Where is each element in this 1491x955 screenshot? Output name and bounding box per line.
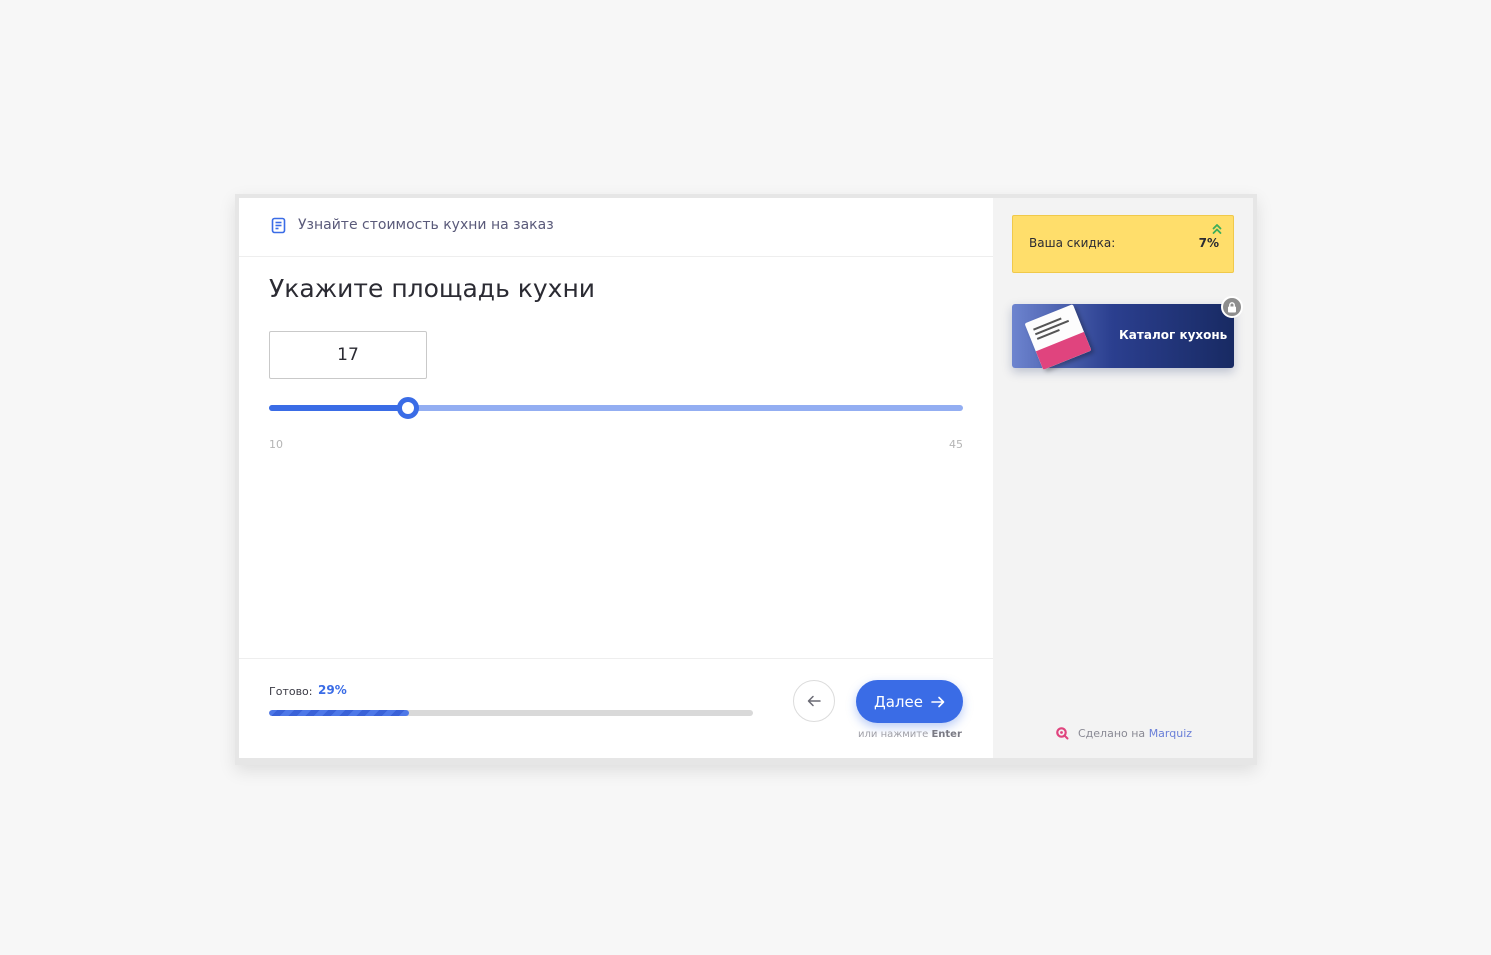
area-slider[interactable] [269,397,963,419]
catalog-bonus-card[interactable]: Каталог кухонь [1012,296,1243,370]
quiz-window: Узнайте стоимость кухни на заказ Укажите… [235,194,1257,765]
quiz-main-panel: Узнайте стоимость кухни на заказ Укажите… [239,198,993,758]
slider-thumb[interactable] [396,397,419,419]
lock-icon [1221,296,1243,318]
slider-fill [269,405,408,411]
double-chevron-up-icon [1212,224,1222,234]
quiz-sidebar: Ваша скидка: 7% Каталог кухонь Сделано н… [993,198,1253,758]
progress-fill [269,710,410,716]
progress-label: Готово: [269,685,313,698]
arrow-right-icon [931,696,945,707]
progress-bar [269,710,753,716]
enter-hint: или нажмите Enter [858,729,978,740]
marquiz-link[interactable]: Marquiz [1149,727,1192,740]
document-list-icon [271,217,286,234]
discount-card: Ваша скидка: 7% [1012,215,1234,273]
quiz-header: Узнайте стоимость кухни на заказ [239,198,993,257]
area-input[interactable] [269,331,427,379]
next-button-label: Далее [874,692,923,711]
next-button[interactable]: Далее [856,680,963,723]
back-button[interactable] [793,680,835,722]
slider-min-label: 10 [269,438,283,451]
slider-max-label: 45 [949,438,963,451]
question-title: Укажите площадь кухни [269,274,596,303]
discount-value: 7% [1198,236,1219,250]
enter-hint-key: Enter [931,729,962,740]
discount-label: Ваша скидка: [1029,236,1116,250]
made-with-prefix: Сделано на [1078,726,1146,740]
catalog-label: Каталог кухонь [1119,328,1228,342]
marquiz-logo-icon [1056,727,1069,740]
arrow-left-icon [807,695,821,707]
quiz-footer: Готово: 29% Далее или нажмите Enter [239,658,993,759]
enter-hint-prefix: или нажмите [858,729,929,740]
progress-value: 29% [318,683,347,697]
quiz-title: Узнайте стоимость кухни на заказ [298,217,554,233]
catalog-book-image [1024,304,1092,370]
made-with-marquiz[interactable]: Сделано на Marquiz [1055,726,1192,740]
